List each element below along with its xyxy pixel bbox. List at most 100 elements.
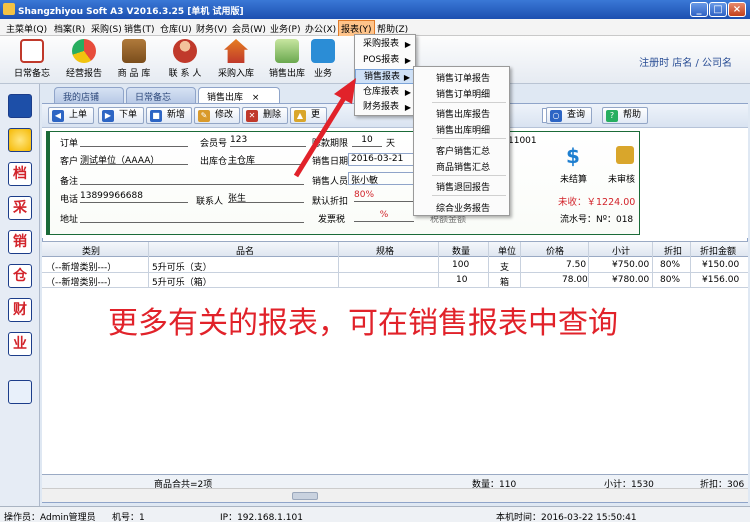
submenu-sales-return-report[interactable]: 销售退回报告 xyxy=(436,180,490,193)
settle-dollar-icon[interactable]: $ xyxy=(566,146,586,166)
invoice-field[interactable]: % xyxy=(354,210,414,222)
delete-button[interactable]: ✕ 删除 xyxy=(242,107,289,124)
store-info: 注册时 店名 / 公司名 xyxy=(639,58,732,69)
warehouse-field[interactable]: 主仓库 xyxy=(228,153,304,166)
tab-daily-memo[interactable]: 日常备忘 xyxy=(126,87,196,103)
scrollbar-thumb[interactable] xyxy=(292,492,318,500)
menu-sales[interactable]: 销售(T) xyxy=(124,22,155,35)
submenu-comprehensive-report[interactable]: 综合业务报告 xyxy=(436,201,490,214)
menu-member[interactable]: 会员(W) xyxy=(232,22,266,35)
credit-field[interactable]: 10 xyxy=(352,135,382,147)
lightbulb-icon[interactable] xyxy=(8,128,32,152)
toolbar-business-button[interactable]: 业务 xyxy=(303,39,343,79)
left-arrow-icon: ◀ xyxy=(52,110,64,122)
search-icon: ○ xyxy=(550,110,562,122)
items-table: 类别 品名 规格 数量 单位 价格 小计 折扣 折扣金额 （--新增类别---）… xyxy=(42,241,748,474)
query-button[interactable]: ○ 查询 xyxy=(546,107,593,124)
delete-icon: ✕ xyxy=(246,110,258,122)
customer-field[interactable]: 测试单位（AAAA） xyxy=(80,153,188,166)
contact-field[interactable]: 张生 xyxy=(228,191,304,204)
toolbar-purchase-in-button[interactable]: 采购入库 xyxy=(208,39,264,79)
audit-lock-icon[interactable] xyxy=(616,146,634,164)
menu-business[interactable]: 业务(P) xyxy=(270,22,300,35)
salesman-label: 销售人员 xyxy=(312,177,349,187)
date-picker[interactable]: 2016-03-21 xyxy=(348,153,414,166)
warehouse-label: 出库仓 xyxy=(200,157,228,167)
close-button[interactable]: × xyxy=(728,2,746,17)
menu-finance[interactable]: 财务(V) xyxy=(196,22,227,35)
submenu-sales-out-report[interactable]: 销售出库报告 xyxy=(436,107,490,120)
status-bar: 操作员：Admin管理员 机号：1 IP：192.168.1.101 本机时间：… xyxy=(0,506,750,522)
sidebar-item-archive[interactable]: 档 xyxy=(8,162,32,186)
menu-main[interactable]: 主菜单(Q) xyxy=(6,22,47,35)
phone-field[interactable]: 13899966688 xyxy=(80,191,188,203)
member-label: 会员号 xyxy=(200,139,228,149)
maximize-button[interactable]: □ xyxy=(709,2,727,17)
add-button[interactable]: ■ 新增 xyxy=(146,107,193,124)
credit-label: 赊款期限 xyxy=(312,139,349,149)
toolbar-products-button[interactable]: 商 品 库 xyxy=(106,39,162,79)
submenu-product-sales-summary[interactable]: 商品销售汇总 xyxy=(436,160,490,173)
flag-icon[interactable] xyxy=(8,94,32,118)
save-icon: ■ xyxy=(150,110,162,122)
window-title: Shangzhiyou Soft A3 V2016.3.25 [单机 试用版] xyxy=(18,7,244,17)
toolbar-contacts-button[interactable]: 联 系 人 xyxy=(157,39,213,79)
discount-field[interactable]: 80% xyxy=(354,190,414,202)
exit-icon[interactable] xyxy=(8,380,32,404)
prev-button[interactable]: ◀ 上单 xyxy=(48,107,95,124)
sidebar-item-purchase[interactable]: 采 xyxy=(8,196,32,220)
toolbar-memo-button[interactable]: 日常备忘 xyxy=(4,39,60,79)
menu-item-sales-report[interactable]: 销售报表 ▶ xyxy=(355,69,415,84)
menu-archive[interactable]: 档案(R) xyxy=(54,22,85,35)
order-field[interactable] xyxy=(80,135,188,147)
header-qty: 数量 xyxy=(452,247,471,257)
phone-label: 电话 xyxy=(60,195,79,205)
next-button[interactable]: ▶ 下单 xyxy=(98,107,145,124)
help-icon: ? xyxy=(606,110,618,122)
table-footer: 商品合共=2项 数量：110 小计：1530 折扣：306 xyxy=(42,474,748,490)
menu-warehouse[interactable]: 仓库(U) xyxy=(160,22,192,35)
status-operator: 操作员：Admin管理员 xyxy=(4,513,96,522)
sidebar-item-warehouse[interactable]: 仓 xyxy=(8,264,32,288)
unpaid-amount: 未收：￥1224.00 xyxy=(558,197,636,208)
app-icon xyxy=(3,3,15,15)
salesman-select[interactable]: 张小敏 xyxy=(348,172,414,186)
member-field[interactable]: 123 xyxy=(230,135,306,147)
horizontal-scrollbar[interactable] xyxy=(42,488,748,502)
submenu-customer-sales-summary[interactable]: 客户销售汇总 xyxy=(436,144,490,157)
envelope-icon xyxy=(20,39,44,63)
menu-office[interactable]: 办公(X) xyxy=(305,22,336,35)
submenu-sales-out-detail[interactable]: 销售出库明细 xyxy=(436,123,490,136)
header-disc-amount: 折扣金额 xyxy=(700,247,737,257)
menu-item-purchase-report[interactable]: 采购报表 ▶ xyxy=(355,37,415,52)
status-machine: 机号：1 xyxy=(112,513,145,522)
edit-button[interactable]: ✎ 修改 xyxy=(194,107,241,124)
tab-sales-out[interactable]: 销售出库 × xyxy=(198,87,280,103)
minimize-button[interactable]: _ xyxy=(690,2,708,17)
help-button[interactable]: ? 帮助 xyxy=(602,107,649,124)
address-field[interactable] xyxy=(80,211,304,223)
menu-item-warehouse-report[interactable]: 仓库报表 ▶ xyxy=(355,85,415,100)
menu-item-pos-report[interactable]: POS报表 ▶ xyxy=(355,53,415,68)
menu-purchase[interactable]: 采购(S) xyxy=(91,22,122,35)
header-price: 价格 xyxy=(546,247,565,257)
sidebar-item-business[interactable]: 业 xyxy=(8,332,32,356)
submenu-sales-order-detail[interactable]: 销售订单明细 xyxy=(436,87,490,100)
header-category: 类别 xyxy=(82,247,101,257)
left-sidebar: 档 采 销 仓 财 业 xyxy=(0,84,40,506)
sales-report-submenu: 销售订单报告 销售订单明细 销售出库报告 销售出库明细 客户销售汇总 商品销售汇… xyxy=(413,66,510,216)
menu-item-finance-report[interactable]: 财务报表 ▶ xyxy=(355,100,415,115)
sidebar-item-finance[interactable]: 财 xyxy=(8,298,32,322)
address-label: 地址 xyxy=(60,215,79,225)
tab-my-store[interactable]: 我的店铺 xyxy=(54,87,124,103)
toolbar-report-button[interactable]: 经营报告 xyxy=(56,39,112,79)
dollar-icon xyxy=(311,39,335,63)
header-subtotal: 小计 xyxy=(612,247,631,257)
note-field[interactable] xyxy=(80,173,304,185)
tab-close-icon[interactable]: × xyxy=(252,93,260,103)
title-bar: Shangzhiyou Soft A3 V2016.3.25 [单机 试用版] … xyxy=(0,0,750,19)
discount-label: 默认折扣 xyxy=(312,197,349,207)
sidebar-item-sales[interactable]: 销 xyxy=(8,230,32,254)
submenu-sales-order-report[interactable]: 销售订单报告 xyxy=(436,71,490,84)
more-button[interactable]: ▲ 更 xyxy=(290,107,328,124)
